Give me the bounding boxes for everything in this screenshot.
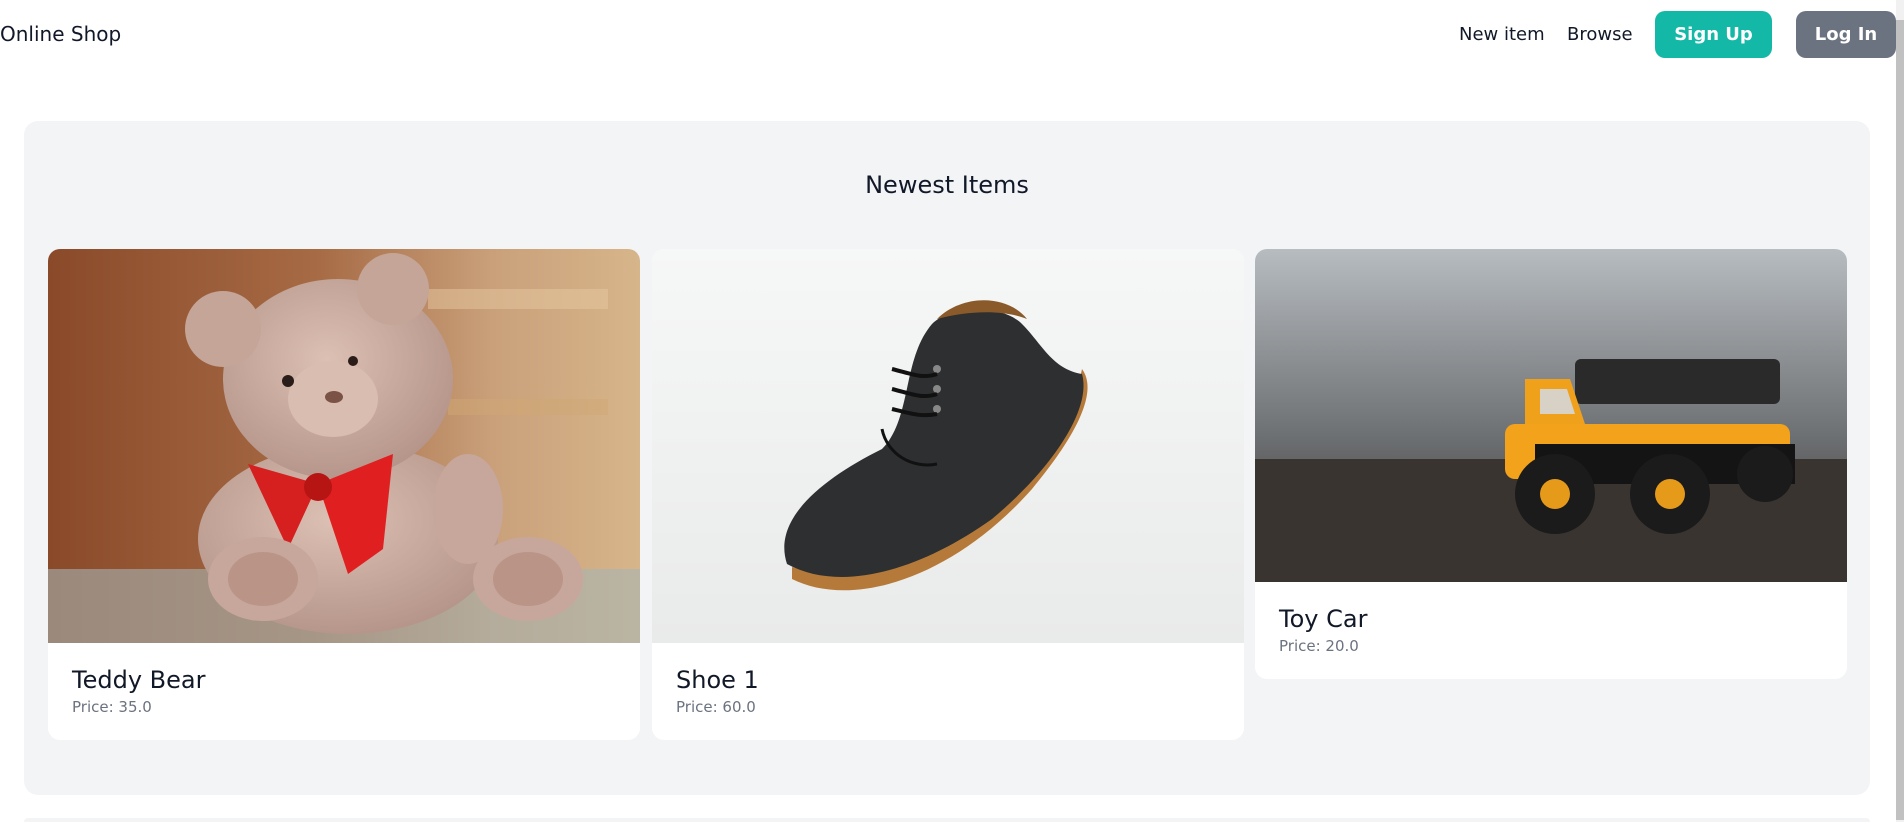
toy-car-image[interactable] [1255,249,1847,582]
newest-items-panel: Newest Items Teddy Bear Price: 35.0 Shoe… [24,121,1870,795]
teddy-bear-image[interactable] [48,249,640,643]
nav-link-browse[interactable]: Browse [1567,24,1633,45]
item-card-toy-car[interactable]: Toy Car Price: 20.0 [1255,249,1847,679]
sign-up-button[interactable]: Sign Up [1655,11,1772,58]
teddy-bear-illustration [48,249,640,643]
item-price: Price: 35.0 [72,698,152,716]
item-price: Price: 20.0 [1279,637,1359,655]
nav-link-new-item[interactable]: New item [1459,24,1545,45]
item-card-shoe-1[interactable]: Shoe 1 Price: 60.0 [652,249,1244,740]
toy-car-illustration [1255,249,1847,582]
item-name[interactable]: Shoe 1 [676,666,1220,694]
item-name[interactable]: Teddy Bear [72,666,616,694]
item-card-teddy-bear[interactable]: Teddy Bear Price: 35.0 [48,249,640,740]
shoe-image[interactable] [652,249,1244,643]
navbar: Online Shop New item Browse Sign Up Log … [0,0,1904,72]
item-name[interactable]: Toy Car [1279,605,1823,633]
item-price: Price: 60.0 [676,698,756,716]
card-body: Toy Car Price: 20.0 [1255,582,1847,679]
card-body: Teddy Bear Price: 35.0 [48,643,640,740]
next-section-edge [24,818,1870,822]
scrollbar[interactable] [1896,0,1904,822]
scrollbar-thumb[interactable] [1896,20,1904,820]
card-body: Shoe 1 Price: 60.0 [652,643,1244,740]
brand-logo[interactable]: Online Shop [0,22,121,46]
section-title: Newest Items [865,171,1029,199]
log-in-button[interactable]: Log In [1796,11,1896,58]
shoe-illustration [652,249,1244,643]
